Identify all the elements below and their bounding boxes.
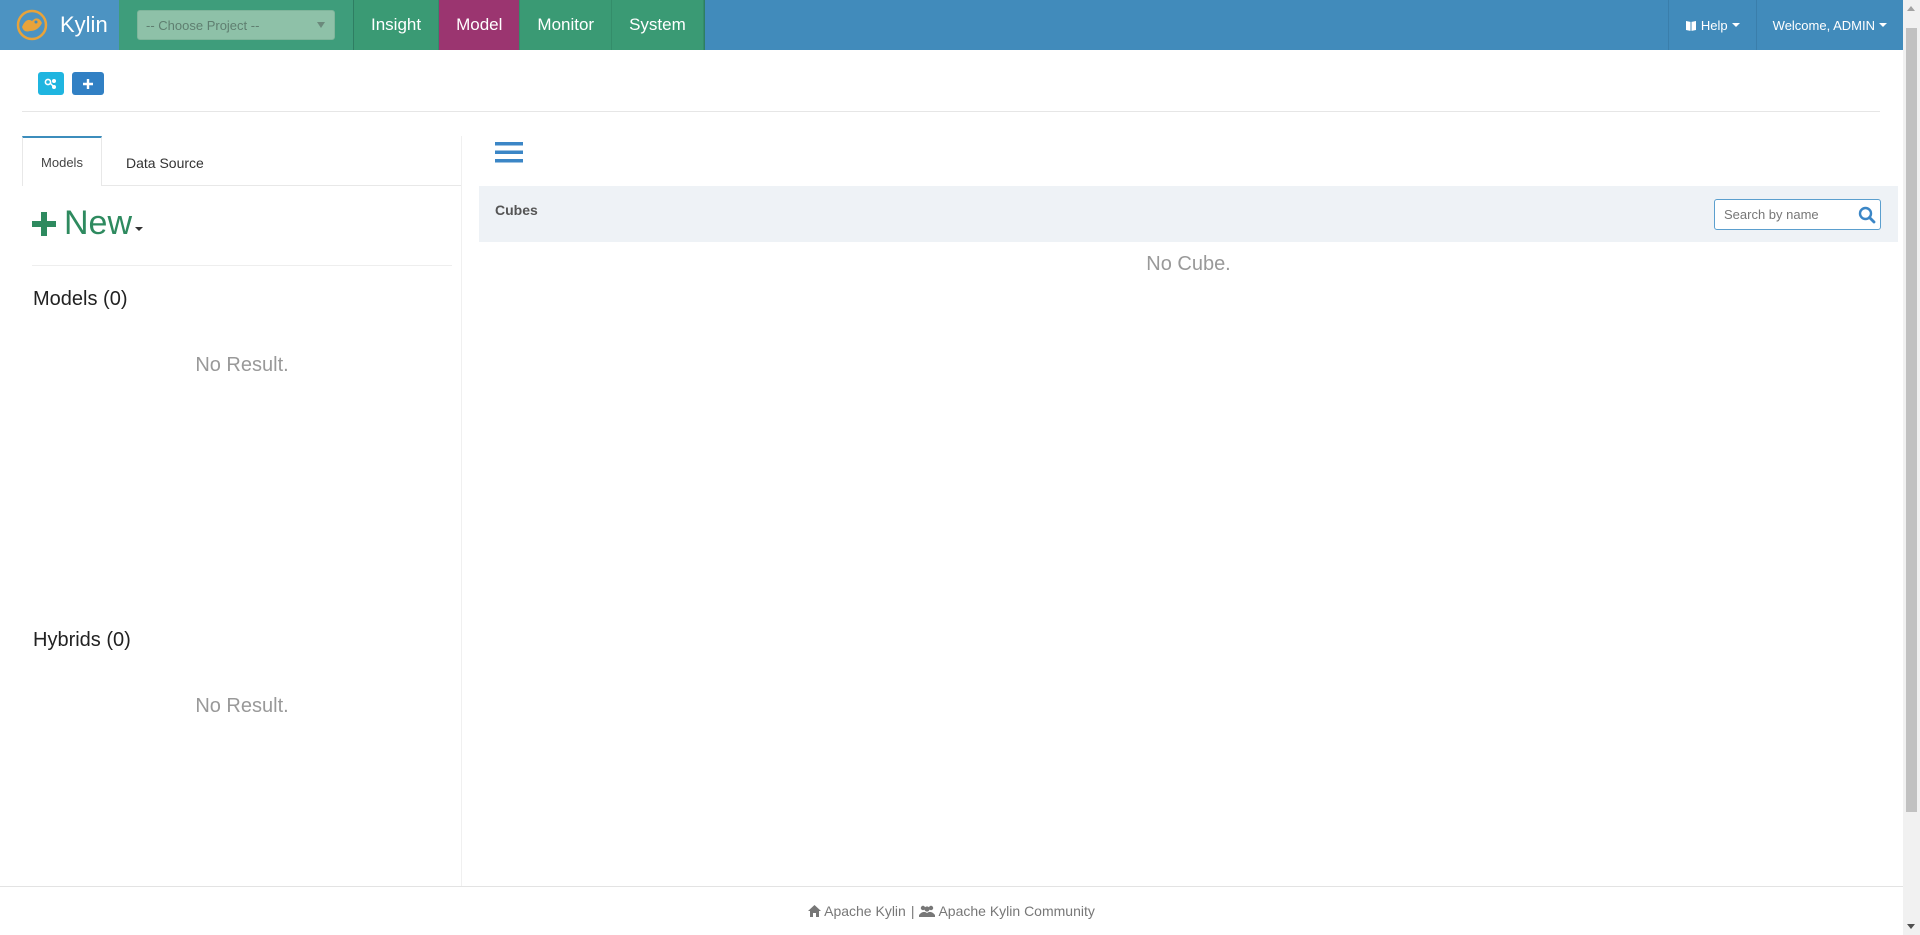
new-dropdown-button[interactable]: New <box>32 204 144 243</box>
cubes-title: Cubes <box>495 202 538 218</box>
help-label: Help <box>1700 17 1728 33</box>
cubes-header: Cubes <box>479 186 1898 242</box>
models-title: Models (0) <box>33 288 128 310</box>
chevron-down-icon <box>1731 23 1740 27</box>
scroll-up-icon[interactable] <box>1907 6 1915 11</box>
project-select-wrap: -- Choose Project -- <box>119 0 353 50</box>
divider <box>22 111 1880 112</box>
scrollbar-thumb[interactable] <box>1906 28 1917 812</box>
left-tabs: Models Data Source <box>22 136 461 186</box>
footer-separator: | <box>910 903 915 919</box>
add-button[interactable] <box>72 72 104 95</box>
footer-link-label: Apache Kylin <box>824 903 906 919</box>
search-icon[interactable] <box>1858 206 1876 224</box>
cubes-empty-text: No Cube. <box>1146 253 1231 275</box>
share-nodes-icon <box>44 78 56 89</box>
nav-tab-system[interactable]: System <box>612 0 704 50</box>
models-empty-text: No Result. <box>195 354 289 376</box>
hybrids-title: Hybrids (0) <box>33 629 131 651</box>
tab-data-source[interactable]: Data Source <box>126 135 204 185</box>
tab-models[interactable]: Models <box>22 136 102 186</box>
home-icon <box>808 905 822 917</box>
project-select-value: -- Choose Project -- <box>146 17 260 33</box>
page-scrollbar[interactable] <box>1903 0 1920 935</box>
chevron-down-icon <box>317 22 325 28</box>
tab-label: Data Source <box>126 155 204 171</box>
footer-link-label: Apache Kylin Community <box>938 903 1095 919</box>
footer: Apache Kylin | Apache Kylin Community <box>0 886 1903 935</box>
nav-tab-label: Monitor <box>537 15 595 34</box>
project-select[interactable]: -- Choose Project -- <box>137 10 335 40</box>
new-label: New <box>64 204 133 242</box>
footer-link-community[interactable]: Apache Kylin Community <box>919 903 1095 919</box>
user-menu[interactable]: Welcome, ADMIN <box>1755 0 1903 50</box>
nav-tab-label: Model <box>456 15 503 34</box>
chevron-down-icon <box>1879 23 1887 27</box>
nav-tab-label: Insight <box>371 15 422 34</box>
top-navbar: Kylin -- Choose Project -- Insight Model… <box>0 0 1903 50</box>
tab-label: Models <box>41 154 83 170</box>
divider <box>32 265 452 266</box>
chevron-down-icon <box>135 226 144 231</box>
brand[interactable]: Kylin <box>0 0 119 50</box>
hybrids-empty-text: No Result. <box>195 695 289 717</box>
search-box <box>1714 199 1881 230</box>
scroll-down-icon[interactable] <box>1907 924 1915 929</box>
menu-toggle-icon[interactable] <box>495 140 523 164</box>
brand-name: Kylin <box>60 12 108 37</box>
plus-icon <box>32 211 56 236</box>
book-icon <box>1685 20 1696 31</box>
help-menu[interactable]: Help <box>1667 0 1756 50</box>
models-panel: Models Data Source New Models (0) No Res… <box>22 136 462 886</box>
footer-link-apache-kylin[interactable]: Apache Kylin <box>808 903 906 919</box>
nav-tab-model[interactable]: Model <box>439 0 521 50</box>
nav-right: Help Welcome, ADMIN <box>1667 0 1903 50</box>
nav-tab-insight[interactable]: Insight <box>354 0 440 50</box>
welcome-label: Welcome, ADMIN <box>1772 17 1875 33</box>
toolbar <box>38 72 104 95</box>
share-button[interactable] <box>38 72 64 95</box>
nav-tab-monitor[interactable]: Monitor <box>520 0 613 50</box>
kylin-logo-icon <box>16 9 48 41</box>
plus-icon <box>83 78 93 89</box>
nav-tab-label: System <box>629 15 686 34</box>
main-nav: Insight Model Monitor System <box>353 0 705 50</box>
search-input[interactable] <box>1722 206 1854 223</box>
users-icon <box>919 905 936 917</box>
